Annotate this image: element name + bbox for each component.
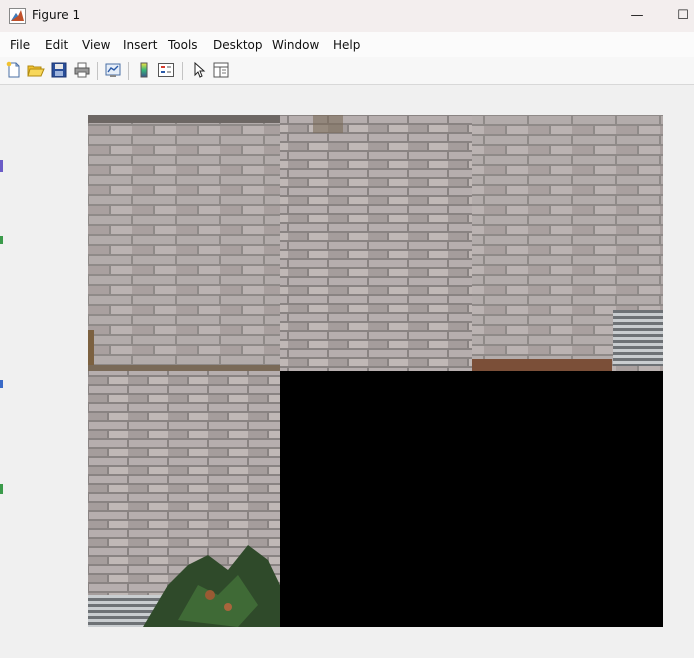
empty-tile — [280, 371, 663, 627]
maximize-button[interactable]: ☐ — [671, 4, 694, 28]
menu-window[interactable]: Window — [272, 38, 319, 52]
minimize-button[interactable]: — — [625, 4, 649, 28]
window-title: Figure 1 — [32, 8, 81, 22]
window-edge-artifact — [0, 236, 3, 244]
toolbar-separator — [182, 62, 183, 80]
menu-tools[interactable]: Tools — [168, 38, 198, 52]
image-tile — [472, 115, 663, 371]
save-icon[interactable] — [50, 61, 68, 79]
insert-colorbar-icon[interactable] — [135, 61, 153, 79]
image-tile — [280, 115, 472, 371]
insert-legend-icon[interactable] — [157, 61, 175, 79]
maximize-icon: ☐ — [677, 8, 689, 23]
edit-plot-arrow-icon[interactable] — [190, 61, 208, 79]
menu-view[interactable]: View — [82, 38, 110, 52]
menu-edit[interactable]: Edit — [45, 38, 68, 52]
image-axes[interactable] — [88, 115, 663, 627]
image-tile — [88, 115, 280, 371]
window-edge-artifact — [0, 160, 3, 172]
window-edge-artifact — [0, 484, 3, 494]
new-figure-icon[interactable] — [5, 61, 23, 79]
window-edge-artifact — [0, 380, 3, 388]
matlab-logo-icon — [9, 8, 26, 24]
title-bar: Figure 1 — ☐ — [0, 0, 694, 32]
menu-desktop[interactable]: Desktop — [213, 38, 263, 52]
link-plot-icon[interactable] — [104, 61, 122, 79]
image-tile — [88, 371, 280, 627]
menu-bar: File Edit View Insert Tools Desktop Wind… — [0, 32, 694, 57]
print-icon[interactable] — [73, 61, 91, 79]
minimize-icon: — — [630, 8, 644, 23]
menu-insert[interactable]: Insert — [123, 38, 157, 52]
property-inspector-icon[interactable] — [212, 61, 230, 79]
figure-toolbar — [0, 57, 694, 85]
open-file-icon[interactable] — [27, 61, 45, 79]
toolbar-separator — [128, 62, 129, 80]
menu-file[interactable]: File — [10, 38, 30, 52]
menu-help[interactable]: Help — [333, 38, 360, 52]
toolbar-separator — [97, 62, 98, 80]
